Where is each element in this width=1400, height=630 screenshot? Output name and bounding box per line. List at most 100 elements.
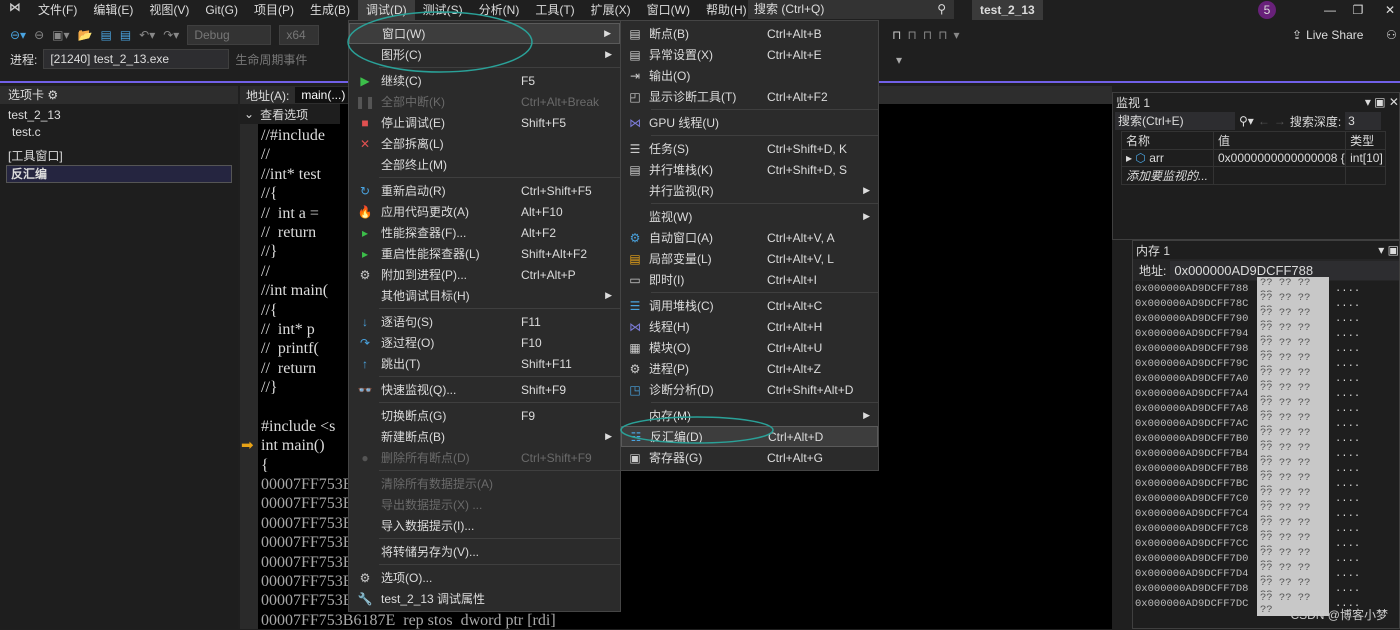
bookmark-prev-icon[interactable]: ⊓ [907, 28, 916, 42]
menu-item[interactable]: ■ 停止调试(E) Shift+F5 [349, 112, 620, 133]
panel-controls[interactable]: ▾ ▣ [1378, 243, 1399, 257]
menu-item[interactable]: 将转储另存为(V)... [349, 541, 620, 562]
menu-item[interactable]: ▸ 性能探查器(F)... Alt+F2 [349, 222, 620, 243]
menu-item[interactable]: 监视(W) ▶ [621, 206, 878, 227]
add-watch-hint[interactable]: 添加要监视的... [1121, 166, 1214, 185]
menu-item[interactable]: ▤ 并行堆栈(K) Ctrl+Shift+D, S [621, 159, 878, 180]
search-depth-select[interactable]: 3 [1345, 112, 1382, 130]
bookmark-icon[interactable]: ⊓ [892, 28, 901, 42]
menu-item[interactable]: 👓 快速监视(Q)... Shift+F9 [349, 379, 620, 400]
minimize-button[interactable]: — [1315, 0, 1345, 20]
menu-8[interactable]: 测试(S) [415, 0, 471, 20]
platform-select[interactable]: x64 [279, 25, 320, 45]
search-box[interactable]: 搜索 (Ctrl+Q) ⚲ [748, 0, 954, 19]
menu-item[interactable]: ▸ 重启性能探查器(L) Shift+Alt+F2 [349, 243, 620, 264]
redo-icon[interactable]: ↷▾ [163, 28, 179, 42]
menu-item[interactable]: ⚙ 选项(O)... [349, 567, 620, 588]
config-select[interactable]: Debug [187, 25, 272, 45]
menu-item[interactable]: 切换断点(G) F9 [349, 405, 620, 426]
menu-item[interactable]: ↻ 重新启动(R) Ctrl+Shift+F5 [349, 180, 620, 201]
menu-6[interactable]: 生成(B) [302, 0, 358, 20]
menu-item[interactable]: ▤ 断点(B) Ctrl+Alt+B [621, 23, 878, 44]
menu-item[interactable]: ⚙ 进程(P) Ctrl+Alt+Z [621, 358, 878, 379]
bookmark-next-icon[interactable]: ⊓ [923, 28, 932, 42]
menu-item[interactable]: 新建断点(B) ▶ [349, 426, 620, 447]
tab-item[interactable]: test.c [0, 124, 238, 141]
tab-item-selected[interactable]: 反汇编 [6, 165, 232, 183]
menu-item[interactable]: ⋈ GPU 线程(U) [621, 112, 878, 133]
menu-12[interactable]: 窗口(W) [639, 0, 698, 20]
menu-11[interactable]: 扩展(X) [583, 0, 639, 20]
menu-item[interactable]: ▤ 异常设置(X) Ctrl+Alt+E [621, 44, 878, 65]
menu-item[interactable]: 🔧 test_2_13 调试属性 [349, 588, 620, 609]
menu-13[interactable]: 帮助(H) [698, 0, 755, 20]
menu-1[interactable]: 文件(F) [30, 0, 85, 20]
toolbar-overflow-icon[interactable]: ▾ [954, 28, 960, 42]
menu-item[interactable]: ☰ 任务(S) Ctrl+Shift+D, K [621, 138, 878, 159]
menu-9[interactable]: 分析(N) [471, 0, 528, 20]
lifecycle-events[interactable]: 生命周期事件 [235, 51, 307, 68]
menu-item[interactable]: ☰ 调用堆栈(C) Ctrl+Alt+C [621, 295, 878, 316]
menu-item[interactable]: 其他调试目标(H) ▶ [349, 285, 620, 306]
watch-search-input[interactable]: 搜索(Ctrl+E) [1115, 112, 1235, 130]
menu-item[interactable]: 导出数据提示(X) ... [349, 494, 620, 515]
menu-item[interactable]: ☷ 反汇编(D) Ctrl+Alt+D [621, 426, 878, 447]
restore-button[interactable]: ❐ [1343, 0, 1373, 20]
watch-row[interactable]: ▸ ⬡ arr 0x0000000000000008 {... int[10] [1121, 149, 1386, 167]
column-header-name[interactable]: 名称 [1121, 131, 1214, 150]
menu-item[interactable]: ▤ 局部变量(L) Ctrl+Alt+V, L [621, 248, 878, 269]
menu-7[interactable]: 调试(D) [358, 0, 415, 20]
menu-item[interactable]: ⚙ 附加到进程(P)... Ctrl+Alt+P [349, 264, 620, 285]
panel-controls[interactable]: ▾ ▣ ✕ [1365, 95, 1399, 109]
back-arrow-icon[interactable]: ← [1258, 114, 1270, 128]
menu-item[interactable]: ● 删除所有断点(D) Ctrl+Shift+F9 [349, 447, 620, 468]
menu-item[interactable]: 清除所有数据提示(A) [349, 473, 620, 494]
bookmark-clear-icon[interactable]: ⊓ [938, 28, 947, 42]
forward-arrow-icon[interactable]: → [1274, 114, 1286, 128]
column-header-value[interactable]: 值 [1212, 131, 1347, 150]
menu-item[interactable]: 导入数据提示(I)... [349, 515, 620, 536]
menu-2[interactable]: 编辑(E) [85, 0, 141, 20]
forward-icon[interactable]: ⊖ [34, 28, 44, 42]
gear-icon[interactable]: ⚙ [47, 88, 58, 102]
save-all-icon[interactable]: ▤ [120, 28, 131, 42]
expand-icon[interactable]: ▸ [1126, 151, 1132, 165]
menu-item[interactable]: ◰ 显示诊断工具(T) Ctrl+Alt+F2 [621, 86, 878, 107]
save-icon[interactable]: ▤ [100, 28, 111, 42]
menu-item[interactable]: ↑ 跳出(T) Shift+F11 [349, 353, 620, 374]
search-icon[interactable]: ⚲▾ [1239, 114, 1254, 128]
undo-icon[interactable]: ↶▾ [139, 28, 155, 42]
open-icon[interactable]: 📂 [78, 28, 93, 42]
menu-4[interactable]: Git(G) [197, 0, 246, 20]
notification-badge[interactable]: 5 [1258, 1, 1276, 19]
address-input[interactable]: main(...) [295, 87, 352, 103]
menu-item[interactable]: 🔥 应用代码更改(A) Alt+F10 [349, 201, 620, 222]
view-options-toggle[interactable]: ⌄ 查看选项 [240, 104, 340, 124]
account-icon[interactable]: ⚇ [1386, 28, 1397, 42]
menu-item[interactable]: ↷ 逐过程(O) F10 [349, 332, 620, 353]
menu-item[interactable]: ✕ 全部拆离(L) [349, 133, 620, 154]
menu-item[interactable]: 内存(M) ▶ [621, 405, 878, 426]
menu-5[interactable]: 项目(P) [246, 0, 302, 20]
close-button[interactable]: ✕ [1375, 0, 1400, 20]
menu-item[interactable]: ◳ 诊断分析(D) Ctrl+Shift+Alt+D [621, 379, 878, 400]
menu-item[interactable]: 图形(C) ▶ [349, 44, 620, 65]
menu-item[interactable]: ⋈ 线程(H) Ctrl+Alt+H [621, 316, 878, 337]
live-share-button[interactable]: ⇪ Live Share [1292, 24, 1363, 46]
new-project-icon[interactable]: ▣▾ [52, 28, 69, 42]
tab-item[interactable]: test_2_13 [0, 107, 238, 124]
menu-item[interactable]: ❚❚ 全部中断(K) Ctrl+Alt+Break [349, 91, 620, 112]
menu-10[interactable]: 工具(T) [527, 0, 582, 20]
menu-item[interactable]: ↓ 逐语句(S) F11 [349, 311, 620, 332]
menu-item[interactable]: ▶ 继续(C) F5 [349, 70, 620, 91]
menu-item[interactable]: ▦ 模块(O) Ctrl+Alt+U [621, 337, 878, 358]
column-header-type[interactable]: 类型 [1345, 131, 1386, 150]
menu-item[interactable]: 窗口(W) ▶ [349, 23, 620, 44]
toolbar-overflow-icon[interactable]: ▾ [896, 53, 902, 67]
menu-item[interactable]: ⇥ 输出(O) [621, 65, 878, 86]
back-icon[interactable]: ⊖▾ [10, 28, 26, 42]
menu-item[interactable]: ▣ 寄存器(G) Ctrl+Alt+G [621, 447, 878, 468]
menu-item[interactable]: ⚙ 自动窗口(A) Ctrl+Alt+V, A [621, 227, 878, 248]
menu-item[interactable]: 并行监视(R) ▶ [621, 180, 878, 201]
menu-3[interactable]: 视图(V) [141, 0, 197, 20]
